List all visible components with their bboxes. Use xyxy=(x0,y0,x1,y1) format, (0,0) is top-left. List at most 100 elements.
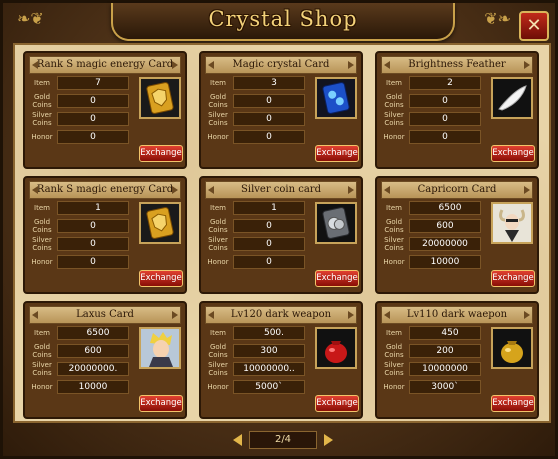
honor-cost-row: Honor 10000 xyxy=(29,379,137,395)
honor-cost-value: 5000` xyxy=(233,380,305,394)
item-cost-value: 1 xyxy=(233,201,305,215)
item-cost-row: Item 3 xyxy=(205,75,313,91)
item-cost-row: Item 7 xyxy=(29,75,137,91)
silver-cost-value: 10000000.. xyxy=(233,362,305,376)
item-cost-row: Item 500. xyxy=(205,325,313,341)
gold-shield-card-icon xyxy=(139,77,181,119)
silver-cost-row: Silver Coins 0 xyxy=(381,111,489,127)
gold-cost-value: 0 xyxy=(233,94,305,108)
silver-coins-label: Silver Coins xyxy=(208,111,228,127)
silver-coins-label: Silver Coins xyxy=(32,361,52,377)
silver-coins-label: Silver Coins xyxy=(32,236,52,252)
exchange-button[interactable]: Exchange xyxy=(491,270,535,287)
silver-cost-value: 20000000. xyxy=(57,362,129,376)
crystal-shop-window: ❧❦ ❦❧ Crystal Shop ✕ Rank S magic energy… xyxy=(0,0,558,459)
honor-label: Honor xyxy=(31,383,53,391)
item-cost-value: 6500 xyxy=(57,326,129,340)
blue-crystal-card-icon xyxy=(315,77,357,119)
item-label: Item xyxy=(34,79,50,87)
silver-cost-value: 0 xyxy=(233,112,305,126)
item-label: Item xyxy=(34,329,50,337)
exchange-button[interactable]: Exchange xyxy=(315,145,359,162)
item-cost-row: Item 6500 xyxy=(381,200,489,216)
silver-coins-label: Silver Coins xyxy=(32,111,52,127)
honor-label: Honor xyxy=(207,383,229,391)
honor-cost-value: 0 xyxy=(57,130,129,144)
item-label: Item xyxy=(34,204,50,212)
gold-cost-row: Gold Coins 0 xyxy=(29,93,137,109)
silver-coin-card-icon xyxy=(315,202,357,244)
honor-label: Honor xyxy=(383,383,405,391)
shop-card: Lv120 dark weapon Item 500. Gold Coins 3… xyxy=(199,301,363,419)
shop-card: Laxus Card Item 6500 Gold Coins 600 Silv… xyxy=(23,301,187,419)
honor-cost-value: 10000 xyxy=(409,255,481,269)
card-title: Rank S magic energy Card xyxy=(29,56,181,74)
item-label: Item xyxy=(386,79,402,87)
close-button[interactable]: ✕ xyxy=(519,11,549,41)
shop-grid: Rank S magic energy Card Item 7 Gold Coi… xyxy=(13,43,551,423)
item-cost-row: Item 6500 xyxy=(29,325,137,341)
prev-page-arrow-icon[interactable] xyxy=(233,434,242,446)
gold-shield-card-icon xyxy=(139,202,181,244)
silver-cost-row: Silver Coins 0 xyxy=(29,236,137,252)
exchange-button[interactable]: Exchange xyxy=(315,270,359,287)
exchange-button[interactable]: Exchange xyxy=(139,270,183,287)
honor-cost-value: 0 xyxy=(409,130,481,144)
shop-card: Capricorn Card Item 6500 Gold Coins 600 … xyxy=(375,176,539,294)
gold-coins-label: Gold Coins xyxy=(208,218,228,234)
card-title: Lv120 dark weapon xyxy=(205,306,357,324)
next-page-arrow-icon[interactable] xyxy=(324,434,333,446)
silver-cost-value: 20000000 xyxy=(409,237,481,251)
silver-cost-row: Silver Coins 20000000 xyxy=(381,236,489,252)
shop-card: Silver coin card Item 1 Gold Coins 0 Sil… xyxy=(199,176,363,294)
card-title: Rank S magic energy Card xyxy=(29,181,181,199)
item-cost-value: 7 xyxy=(57,76,129,90)
gold-cost-row: Gold Coins 600 xyxy=(381,218,489,234)
silver-cost-row: Silver Coins 10000000.. xyxy=(205,361,313,377)
honor-cost-value: 3000` xyxy=(409,380,481,394)
capricorn-portrait-icon xyxy=(491,202,533,244)
gold-cost-row: Gold Coins 0 xyxy=(29,218,137,234)
gold-cost-value: 300 xyxy=(233,344,305,358)
item-label: Item xyxy=(210,204,226,212)
honor-cost-row: Honor 10000 xyxy=(381,254,489,270)
card-title: Capricorn Card xyxy=(381,181,533,199)
card-title: Lv110 dark waepon xyxy=(381,306,533,324)
gold-cost-value: 0 xyxy=(57,219,129,233)
gold-coins-label: Gold Coins xyxy=(32,218,52,234)
silver-coins-label: Silver Coins xyxy=(384,111,404,127)
card-title: Silver coin card xyxy=(205,181,357,199)
item-label: Item xyxy=(210,329,226,337)
silver-cost-row: Silver Coins 20000000. xyxy=(29,361,137,377)
gold-coins-label: Gold Coins xyxy=(384,218,404,234)
exchange-button[interactable]: Exchange xyxy=(491,395,535,412)
silver-cost-row: Silver Coins 0 xyxy=(29,111,137,127)
card-title: Magic crystal Card xyxy=(205,56,357,74)
window-title: Crystal Shop xyxy=(208,7,358,31)
honor-cost-value: 10000 xyxy=(57,380,129,394)
gold-coins-label: Gold Coins xyxy=(208,343,228,359)
silver-cost-value: 0 xyxy=(57,112,129,126)
item-label: Item xyxy=(386,329,402,337)
item-label: Item xyxy=(210,79,226,87)
honor-cost-row: Honor 0 xyxy=(205,129,313,145)
silver-coins-label: Silver Coins xyxy=(384,361,404,377)
silver-cost-row: Silver Coins 0 xyxy=(205,111,313,127)
silver-cost-value: 0 xyxy=(57,237,129,251)
silver-cost-value: 10000000 xyxy=(409,362,481,376)
honor-label: Honor xyxy=(383,258,405,266)
gold-cost-value: 0 xyxy=(409,94,481,108)
item-cost-value: 500. xyxy=(233,326,305,340)
gold-cost-row: Gold Coins 0 xyxy=(205,93,313,109)
gold-bag-icon xyxy=(491,327,533,369)
exchange-button[interactable]: Exchange xyxy=(139,395,183,412)
honor-label: Honor xyxy=(383,133,405,141)
gold-cost-row: Gold Coins 200 xyxy=(381,343,489,359)
item-cost-row: Item 2 xyxy=(381,75,489,91)
silver-cost-value: 0 xyxy=(233,237,305,251)
exchange-button[interactable]: Exchange xyxy=(139,145,183,162)
item-label: Item xyxy=(386,204,402,212)
exchange-button[interactable]: Exchange xyxy=(315,395,359,412)
exchange-button[interactable]: Exchange xyxy=(491,145,535,162)
gold-coins-label: Gold Coins xyxy=(384,93,404,109)
